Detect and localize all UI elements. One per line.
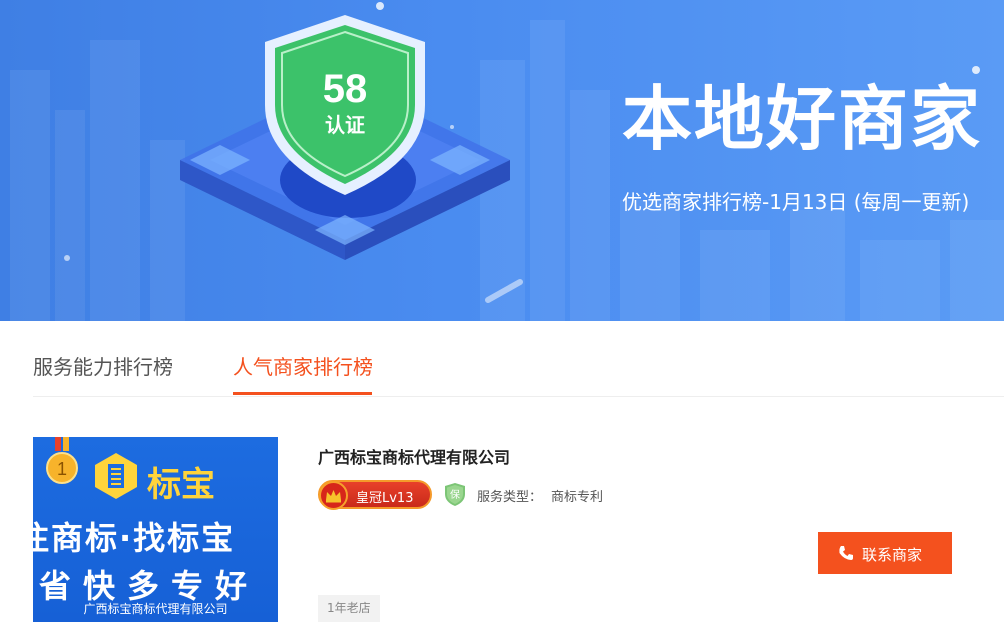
crown-icon-circle	[319, 481, 348, 510]
thumbnail-company-name: 广西标宝商标代理有限公司	[83, 602, 228, 616]
guarantee-shield-icon: 保	[445, 483, 465, 506]
58-certified-shield-icon: 58 认证	[180, 15, 510, 260]
service-type-label: 服务类型：	[477, 490, 543, 505]
merchant-name-link[interactable]: 广西标宝商标代理有限公司	[318, 444, 510, 468]
phone-icon	[839, 546, 853, 560]
level-label: 皇冠Lv13	[356, 491, 414, 506]
ranking-tabs: 服务能力排行榜 人气商家排行榜	[33, 321, 1004, 397]
thumbnail-slogan-line1: 注商标·找标宝	[33, 519, 236, 557]
hero-banner: 58 认证 本地好商家 优选商家排行榜-1月13日 (每周一更新)	[0, 0, 1004, 321]
thumbnail-logo-text: 标宝	[147, 465, 215, 505]
rank-number: 1	[57, 459, 67, 479]
badge-text: 认证	[325, 113, 365, 137]
crown-level-badge: 皇冠Lv13	[318, 480, 432, 510]
biaobao-logo-icon	[95, 453, 137, 499]
tab-service-ranking[interactable]: 服务能力排行榜	[33, 351, 173, 380]
badge-number: 58	[323, 67, 368, 111]
contact-merchant-button[interactable]: 联系商家	[818, 532, 952, 574]
svg-text:保: 保	[450, 488, 460, 501]
crown-icon	[326, 490, 341, 503]
banner-title: 本地好商家	[622, 78, 982, 160]
service-type-value: 商标专利	[551, 490, 604, 505]
rank-medal-icon: 1	[46, 437, 78, 484]
merchant-thumbnail[interactable]: 1 标宝 注商标·找标宝 省快多专好 广西标宝商标代理有限公司	[33, 437, 278, 622]
store-age-tag: 1年老店	[318, 595, 380, 622]
active-tab-indicator	[233, 392, 372, 395]
tab-popular-ranking[interactable]: 人气商家排行榜	[233, 351, 373, 380]
contact-button-label: 联系商家	[862, 546, 923, 564]
banner-subtitle: 优选商家排行榜-1月13日 (每周一更新)	[622, 190, 970, 214]
